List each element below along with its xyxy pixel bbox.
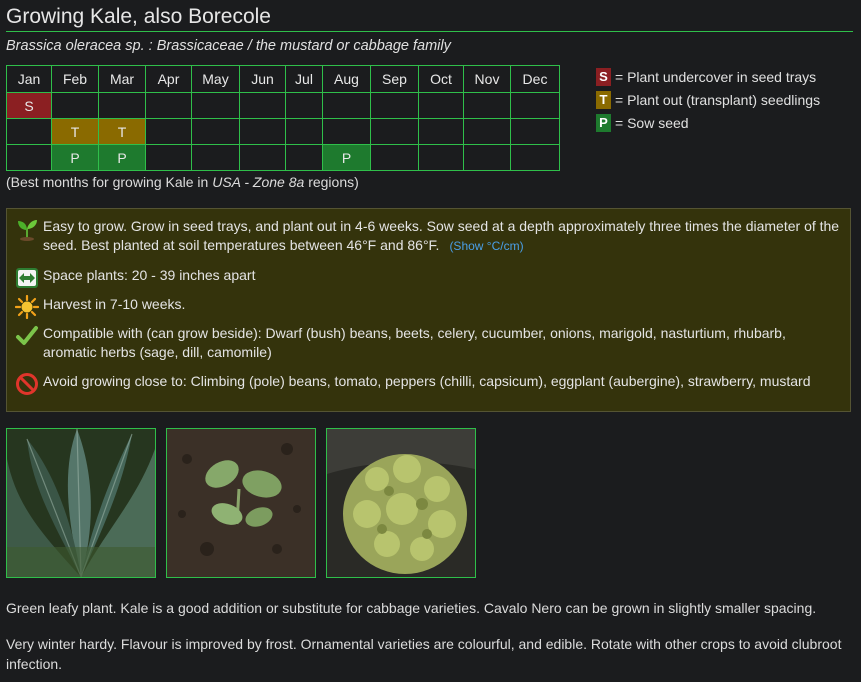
calendar-cell — [510, 92, 560, 119]
calendar-cell — [463, 118, 511, 145]
calendar-body: STTPPP — [6, 92, 560, 171]
month-header-aug: Aug — [322, 65, 371, 93]
compatible-text: Compatible with (can grow beside): Dwarf… — [43, 325, 786, 360]
legend-key-s: S — [596, 67, 611, 86]
month-header-dec: Dec — [510, 65, 560, 93]
region-note: (Best months for growing Kale in USA - Z… — [6, 174, 359, 190]
seedling-icon — [15, 217, 39, 241]
calendar-cell — [418, 118, 464, 145]
info-growing: Easy to grow. Grow in seed trays, and pl… — [15, 217, 843, 256]
info-compatible: Compatible with (can grow beside): Dwarf… — [15, 324, 843, 362]
kale-photo-curly[interactable] — [326, 428, 476, 578]
calendar-cell: S — [6, 92, 52, 119]
avoid-text: Avoid growing close to: Climbing (pole) … — [43, 373, 811, 389]
month-header-may: May — [191, 65, 240, 93]
month-header-jul: Jul — [285, 65, 323, 93]
calendar-header: Jan Feb Mar Apr May Jun Jul Aug Sep Oct Nov Dec — [6, 65, 560, 93]
legend-item: P = Sow seed — [596, 111, 820, 134]
calendar-cell — [98, 92, 146, 119]
page-subtitle: Brassica oleracea sp. : Brassicaceae / t… — [6, 38, 451, 54]
calendar-cell — [510, 144, 560, 171]
month-header-apr: Apr — [145, 65, 192, 93]
calendar-cell — [418, 144, 464, 171]
calendar-cell — [145, 144, 192, 171]
growing-info-box: Easy to grow. Grow in seed trays, and pl… — [6, 208, 851, 412]
month-header-jun: Jun — [239, 65, 286, 93]
calendar-cell — [370, 92, 419, 119]
note-region: USA - Zone 8a — [212, 174, 305, 190]
show-celsius-link[interactable]: (Show °C/cm) — [449, 239, 523, 253]
legend-text: = Sow seed — [615, 114, 689, 131]
month-header-feb: Feb — [51, 65, 99, 93]
calendar-cell — [510, 118, 560, 145]
legend-text: = Plant out (transplant) seedlings — [615, 91, 821, 108]
calendar-cell — [6, 144, 52, 171]
info-avoid: Avoid growing close to: Climbing (pole) … — [15, 372, 843, 396]
calendar-legend: S = Plant undercover in seed trays T = Plan… — [596, 65, 820, 134]
calendar-cell — [322, 118, 371, 145]
month-header-oct: Oct — [418, 65, 464, 93]
calendar-cell — [191, 144, 240, 171]
legend-key-t: T — [596, 90, 611, 109]
prohibited-icon — [15, 372, 39, 396]
calendar-row: PPP — [6, 144, 560, 171]
calendar-cell — [463, 144, 511, 171]
calendar-cell — [285, 118, 323, 145]
calendar-row: TT — [6, 118, 560, 145]
calendar-cell: P — [322, 144, 371, 171]
calendar-cell — [239, 92, 286, 119]
legend-key-p: P — [596, 113, 611, 132]
calendar-cell — [191, 118, 240, 145]
calendar-cell — [370, 144, 419, 171]
month-header-mar: Mar — [98, 65, 146, 93]
note-prefix: (Best months for growing Kale in — [6, 174, 213, 190]
calendar-cell: T — [51, 118, 99, 145]
calendar-cell — [239, 118, 286, 145]
info-spacing: Space plants: 20 - 39 inches apart — [15, 266, 843, 290]
page-title: Growing Kale, also Borecole — [6, 4, 853, 32]
calendar-cell — [463, 92, 511, 119]
month-header-jan: Jan — [6, 65, 52, 93]
calendar-cell — [6, 118, 52, 145]
harvest-text: Harvest in 7-10 weeks. — [43, 296, 186, 312]
calendar-cell: P — [51, 144, 99, 171]
calendar-cell — [370, 118, 419, 145]
month-header-nov: Nov — [463, 65, 511, 93]
month-header-sep: Sep — [370, 65, 419, 93]
calendar-cell — [285, 144, 323, 171]
spacing-arrows-icon — [15, 266, 39, 290]
description-paragraph-1: Green leafy plant. Kale is a good additi… — [6, 600, 817, 616]
spacing-text: Space plants: 20 - 39 inches apart — [43, 267, 256, 283]
kale-photo-cavolo-nero[interactable] — [6, 428, 156, 578]
calendar-cell — [418, 92, 464, 119]
note-suffix: regions) — [304, 174, 359, 190]
calendar-cell — [285, 92, 323, 119]
description-paragraph-2: Very winter hardy. Flavour is improved b… — [6, 636, 842, 672]
info-harvest: Harvest in 7-10 weeks. — [14, 294, 843, 320]
calendar-row: S — [6, 92, 560, 119]
calendar-cell — [145, 92, 192, 119]
calendar-cell — [322, 92, 371, 119]
kale-photo-seedling[interactable] — [166, 428, 316, 578]
sun-icon — [14, 294, 40, 320]
growing-text: Easy to grow. Grow in seed trays, and pl… — [43, 217, 843, 256]
calendar-cell — [191, 92, 240, 119]
calendar-cell: P — [98, 144, 146, 171]
legend-item: S = Plant undercover in seed trays — [596, 65, 820, 88]
growing-description: Easy to grow. Grow in seed trays, and pl… — [43, 218, 840, 253]
calendar-cell: T — [98, 118, 146, 145]
checkmark-icon — [15, 324, 39, 348]
legend-item: T = Plant out (transplant) seedlings — [596, 88, 820, 111]
calendar-cell — [51, 92, 99, 119]
planting-calendar: Jan Feb Mar Apr May Jun Jul Aug Sep Oct Nov Dec STT… — [6, 65, 560, 171]
legend-text: = Plant undercover in seed trays — [615, 68, 817, 85]
calendar-cell — [145, 118, 192, 145]
calendar-cell — [239, 144, 286, 171]
